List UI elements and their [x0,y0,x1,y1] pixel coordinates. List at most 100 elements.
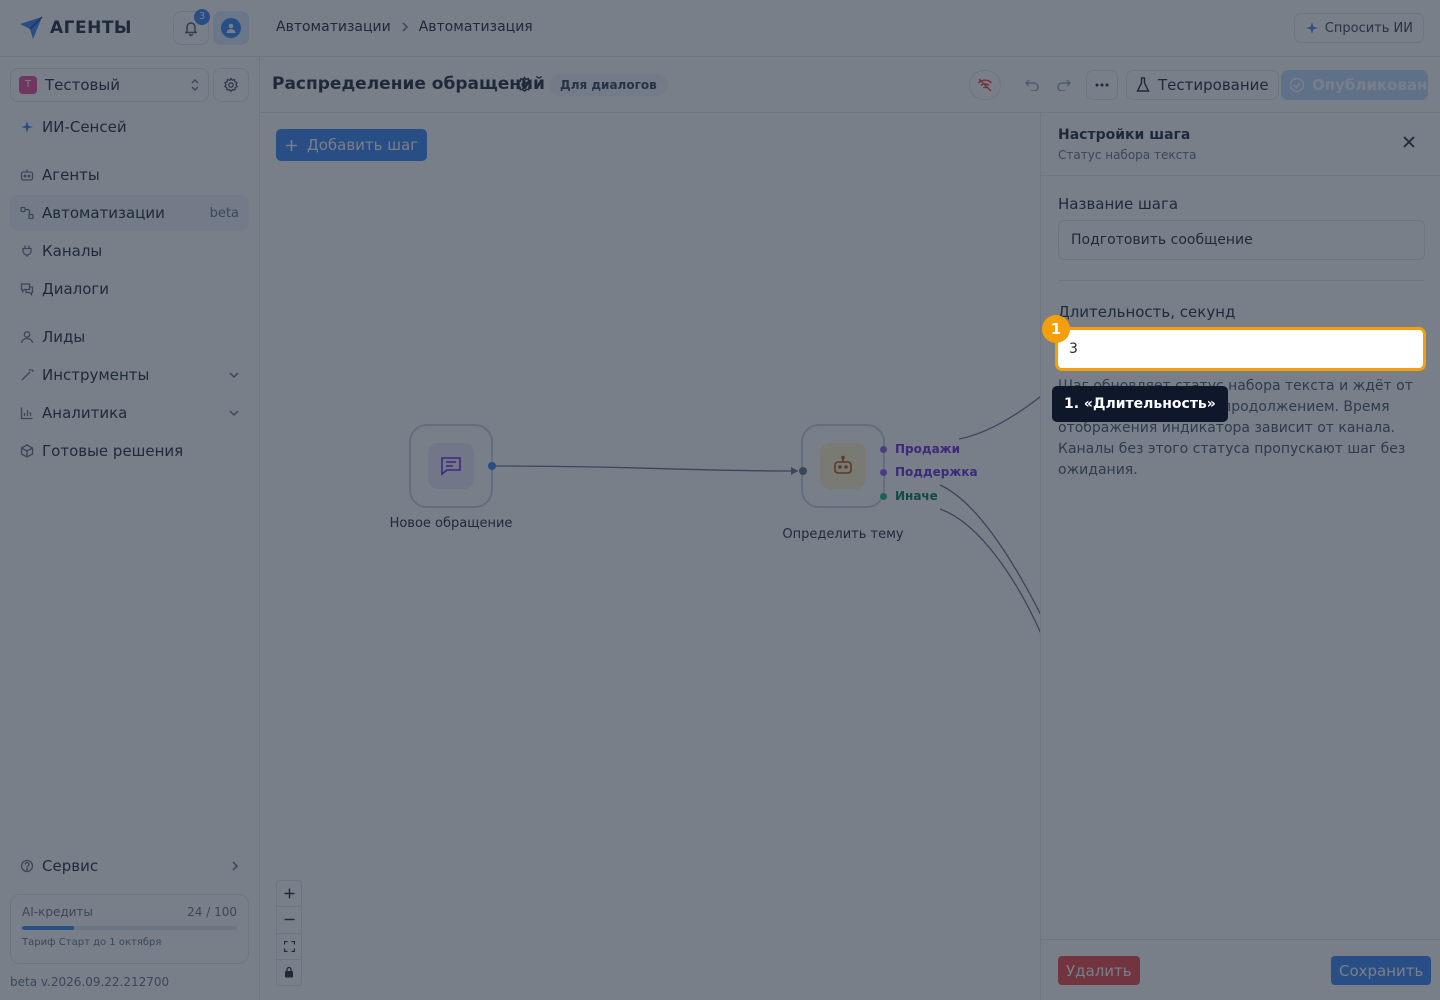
sidebar-item-service[interactable]: Сервис [10,848,249,884]
redo-button[interactable] [1050,70,1078,100]
workspace-settings-button[interactable] [213,68,249,102]
delete-button[interactable]: Удалить [1058,956,1140,985]
plus-icon [284,888,295,899]
step-name-label: Название шага [1058,195,1179,213]
plan-text: Тариф Старт до 1 октября [22,937,162,948]
duration-label: Длительность, секунд [1058,303,1236,321]
wand-icon [20,368,34,382]
branch-sales[interactable]: Продажи [880,442,960,456]
sidebar-item-label: Готовые решения [42,442,184,460]
credits-progress-bar [22,926,237,930]
message-square-icon [428,443,474,489]
chevron-right-icon [231,861,239,871]
divider [1058,280,1425,281]
brand-logo[interactable]: АГЕНТЫ [18,14,132,42]
redo-icon [1057,79,1071,91]
zoom-controls [276,880,302,986]
sidebar: Т Тестовый ИИ-Сенсей Агенты Автоматизаци… [0,57,260,1000]
lock-icon [284,966,294,978]
branch-else[interactable]: Иначе [880,489,938,503]
node-input-port[interactable] [799,467,807,475]
user-icon [20,330,34,344]
credits-count: 24 / 100 [187,905,237,919]
sidebar-item-label: ИИ-Сенсей [42,118,127,136]
add-step-button[interactable]: Добавить шаг [276,129,428,161]
branch-port[interactable] [880,445,887,453]
arrowhead [791,467,798,475]
add-step-label: Добавить шаг [307,136,419,154]
sidebar-item-analytics[interactable]: Аналитика [10,395,249,431]
sidebar-item-leads[interactable]: Лиды [10,319,249,355]
zoom-in-button[interactable] [277,881,301,908]
plus-icon [285,139,298,152]
breadcrumb-item-automations[interactable]: Автоматизации [276,19,391,35]
lock-button[interactable] [277,960,301,985]
notifications-button[interactable]: 3 [173,9,210,45]
gear-icon [223,77,239,93]
undo-button[interactable] [1018,70,1046,100]
sidebar-item-templates[interactable]: Готовые решения [10,433,249,469]
help-circle-icon [20,859,34,873]
highlight-tooltip: 1. «Длительность» [1052,386,1228,422]
chat-icon [20,282,34,296]
branch-port[interactable] [880,468,887,476]
step-settings-panel: Настройки шага Статус набора текста Назв… [1040,113,1440,1000]
flow-node-new-request[interactable] [409,424,493,508]
credits-progress-fill [22,926,74,930]
sidebar-item-channels[interactable]: Каналы [10,233,249,269]
sidebar-item-label: Сервис [42,857,99,875]
flow-node-determine-topic[interactable] [801,424,885,508]
branch-label: Продажи [895,442,961,456]
flow-canvas[interactable]: Добавить шаг Новое обращение Определить … [260,113,1040,1000]
ask-ai-button[interactable]: Спросить ИИ [1293,13,1424,43]
visibility-toggle-button[interactable] [969,70,1001,100]
workspace-select[interactable]: Т Тестовый [10,68,209,102]
chevron-down-icon [229,409,239,417]
panel-subtitle: Статус набора текста [1058,148,1197,162]
fit-view-button[interactable] [277,934,301,960]
test-button[interactable]: Тестирование [1126,70,1279,100]
chevron-up-down-icon [190,78,200,92]
minus-icon [284,914,295,925]
ai-credits-card[interactable]: AI-кредиты 24 / 100 Тариф Старт до 1 окт… [10,894,249,964]
workspace-name: Тестовый [45,76,120,94]
logo-icon [18,15,44,41]
more-options-button[interactable] [1086,70,1118,100]
sidebar-item-label: Инструменты [42,366,150,384]
gear-icon[interactable] [516,76,533,93]
node-output-port[interactable] [488,462,496,470]
sidebar-item-dialogs[interactable]: Диалоги [10,271,249,307]
user-avatar-button[interactable] [213,11,249,45]
bot-icon [20,168,34,182]
zoom-out-button[interactable] [277,907,301,934]
undo-icon [1025,79,1039,91]
duration-input[interactable] [1055,327,1426,371]
top-bar: АГЕНТЫ 3 Автоматизации Автоматизация Спр… [0,0,1440,57]
version-text: beta v.2026.09.22.212700 [10,975,170,989]
flow-type-tag: Для диалогов [549,74,668,96]
chevron-right-icon [401,22,409,32]
sidebar-item-label: Автоматизации [42,204,165,222]
close-button[interactable] [1399,132,1419,152]
branch-support[interactable]: Поддержка [880,465,978,479]
sidebar-item-agents[interactable]: Агенты [10,157,249,193]
more-horizontal-icon [1095,83,1109,87]
fit-view-icon [283,940,295,952]
edge-sales [958,396,1040,440]
sidebar-item-automations[interactable]: Автоматизации beta [10,195,249,231]
check-circle-icon [1289,77,1305,93]
save-button[interactable]: Сохранить [1331,956,1432,985]
chevron-down-icon [229,371,239,379]
sidebar-item-ai-sensei[interactable]: ИИ-Сенсей [10,109,249,145]
sidebar-item-tools[interactable]: Инструменты [10,357,249,393]
ask-ai-label: Спросить ИИ [1324,20,1413,36]
step-name-input[interactable] [1058,220,1425,260]
brand-name: АГЕНТЫ [50,18,133,38]
edge-start-to-topic [491,465,799,472]
sparkle-icon [20,120,34,134]
flow-header: Распределение обращений Для диалогов Тес… [260,57,1440,113]
branch-port[interactable] [880,492,887,500]
sidebar-item-label: Каналы [42,242,103,260]
published-button[interactable]: Опубликовано [1281,70,1438,100]
breadcrumb: Автоматизации Автоматизация [276,19,533,35]
